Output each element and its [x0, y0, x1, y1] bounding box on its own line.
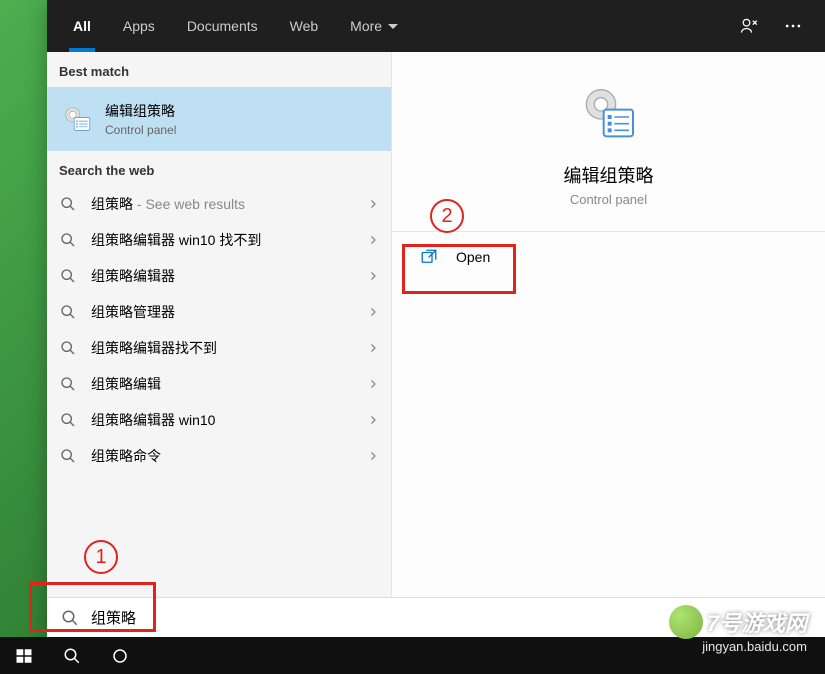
search-input[interactable]: [91, 609, 811, 626]
chevron-right-icon: [367, 270, 379, 282]
search-icon: [59, 411, 77, 429]
best-match-title: 编辑组策略: [105, 101, 176, 121]
web-result-text: 组策略编辑器找不到: [91, 338, 353, 358]
search-icon: [59, 447, 77, 465]
web-result-item[interactable]: 组策略 - See web results: [47, 186, 391, 222]
web-result-item[interactable]: 组策略命令: [47, 438, 391, 474]
best-match-item[interactable]: 编辑组策略 Control panel: [47, 87, 391, 151]
preview-subtitle: Control panel: [570, 192, 647, 207]
best-match-header: Best match: [47, 52, 391, 87]
chevron-right-icon: [367, 198, 379, 210]
preview-title: 编辑组策略: [564, 162, 654, 188]
control-panel-icon: [59, 101, 95, 137]
search-icon: [59, 339, 77, 357]
open-icon: [420, 248, 438, 266]
start-button[interactable]: [0, 637, 48, 674]
chevron-right-icon: [367, 378, 379, 390]
best-match-text: 编辑组策略 Control panel: [105, 101, 176, 137]
search-tabs-bar: All Apps Documents Web More: [47, 0, 825, 52]
windows-search-panel: All Apps Documents Web More Best match 编…: [47, 0, 825, 637]
web-result-item[interactable]: 组策略编辑器找不到: [47, 330, 391, 366]
chevron-right-icon: [367, 234, 379, 246]
web-result-text: 组策略编辑: [91, 374, 353, 394]
web-result-text: 组策略编辑器: [91, 266, 353, 286]
search-web-header: Search the web: [47, 151, 391, 186]
chevron-down-icon: [388, 24, 398, 29]
tab-more-label: More: [350, 18, 382, 34]
chevron-right-icon: [367, 450, 379, 462]
search-input-row[interactable]: [47, 597, 825, 637]
search-icon: [59, 195, 77, 213]
tab-more[interactable]: More: [336, 0, 412, 52]
web-result-item[interactable]: 组策略编辑器 win10 找不到: [47, 222, 391, 258]
cortana-button[interactable]: [96, 637, 144, 674]
search-icon: [61, 609, 79, 627]
open-label: Open: [456, 249, 490, 265]
web-result-text: 组策略编辑器 win10 找不到: [91, 230, 353, 250]
taskbar: [0, 637, 825, 674]
tab-all[interactable]: All: [59, 0, 105, 52]
search-icon: [59, 267, 77, 285]
web-result-text: 组策略 - See web results: [91, 194, 353, 214]
search-icon: [59, 375, 77, 393]
search-icon: [59, 303, 77, 321]
web-result-item[interactable]: 组策略编辑: [47, 366, 391, 402]
web-result-item[interactable]: 组策略管理器: [47, 294, 391, 330]
best-match-subtitle: Control panel: [105, 123, 176, 137]
preview-column: 编辑组策略 Control panel Open: [391, 52, 825, 597]
chevron-right-icon: [367, 342, 379, 354]
ellipsis-icon[interactable]: [773, 6, 813, 46]
tab-apps[interactable]: Apps: [109, 0, 169, 52]
chevron-right-icon: [367, 414, 379, 426]
open-button[interactable]: Open: [392, 231, 825, 281]
web-result-item[interactable]: 组策略编辑器: [47, 258, 391, 294]
preview-control-panel-icon: [574, 80, 644, 150]
web-result-text: 组策略编辑器 win10: [91, 410, 353, 430]
taskbar-search-button[interactable]: [48, 637, 96, 674]
web-result-item[interactable]: 组策略编辑器 win10: [47, 402, 391, 438]
tab-documents[interactable]: Documents: [173, 0, 272, 52]
search-icon: [59, 231, 77, 249]
feedback-icon[interactable]: [729, 6, 769, 46]
web-result-text: 组策略管理器: [91, 302, 353, 322]
search-results-column: Best match 编辑组策略 Control panel Search th…: [47, 52, 391, 597]
chevron-right-icon: [367, 306, 379, 318]
tab-web[interactable]: Web: [276, 0, 333, 52]
web-result-text: 组策略命令: [91, 446, 353, 466]
search-content-row: Best match 编辑组策略 Control panel Search th…: [47, 52, 825, 597]
